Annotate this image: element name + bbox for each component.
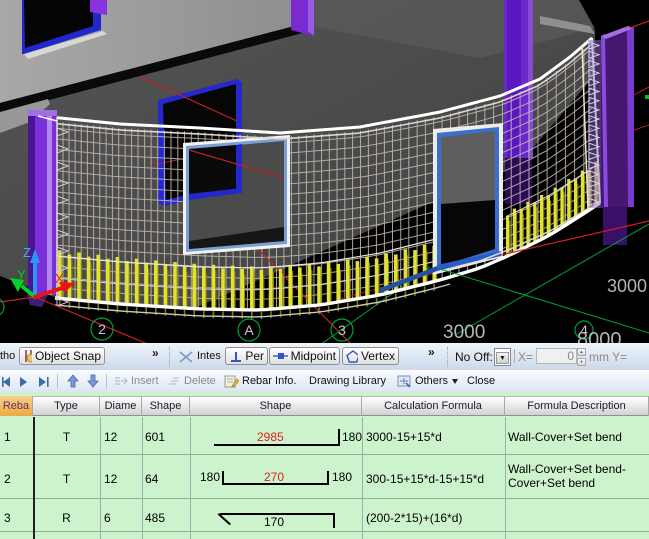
svg-text:X: X [55, 271, 64, 286]
svg-text:2: 2 [98, 321, 106, 337]
svg-text:3: 3 [338, 322, 346, 338]
svg-text:A: A [244, 322, 254, 338]
svg-text:Y: Y [17, 267, 26, 282]
svg-text:Z: Z [23, 245, 31, 260]
svg-text:3000: 3000 [607, 276, 647, 296]
svg-text:3000: 3000 [443, 322, 485, 343]
